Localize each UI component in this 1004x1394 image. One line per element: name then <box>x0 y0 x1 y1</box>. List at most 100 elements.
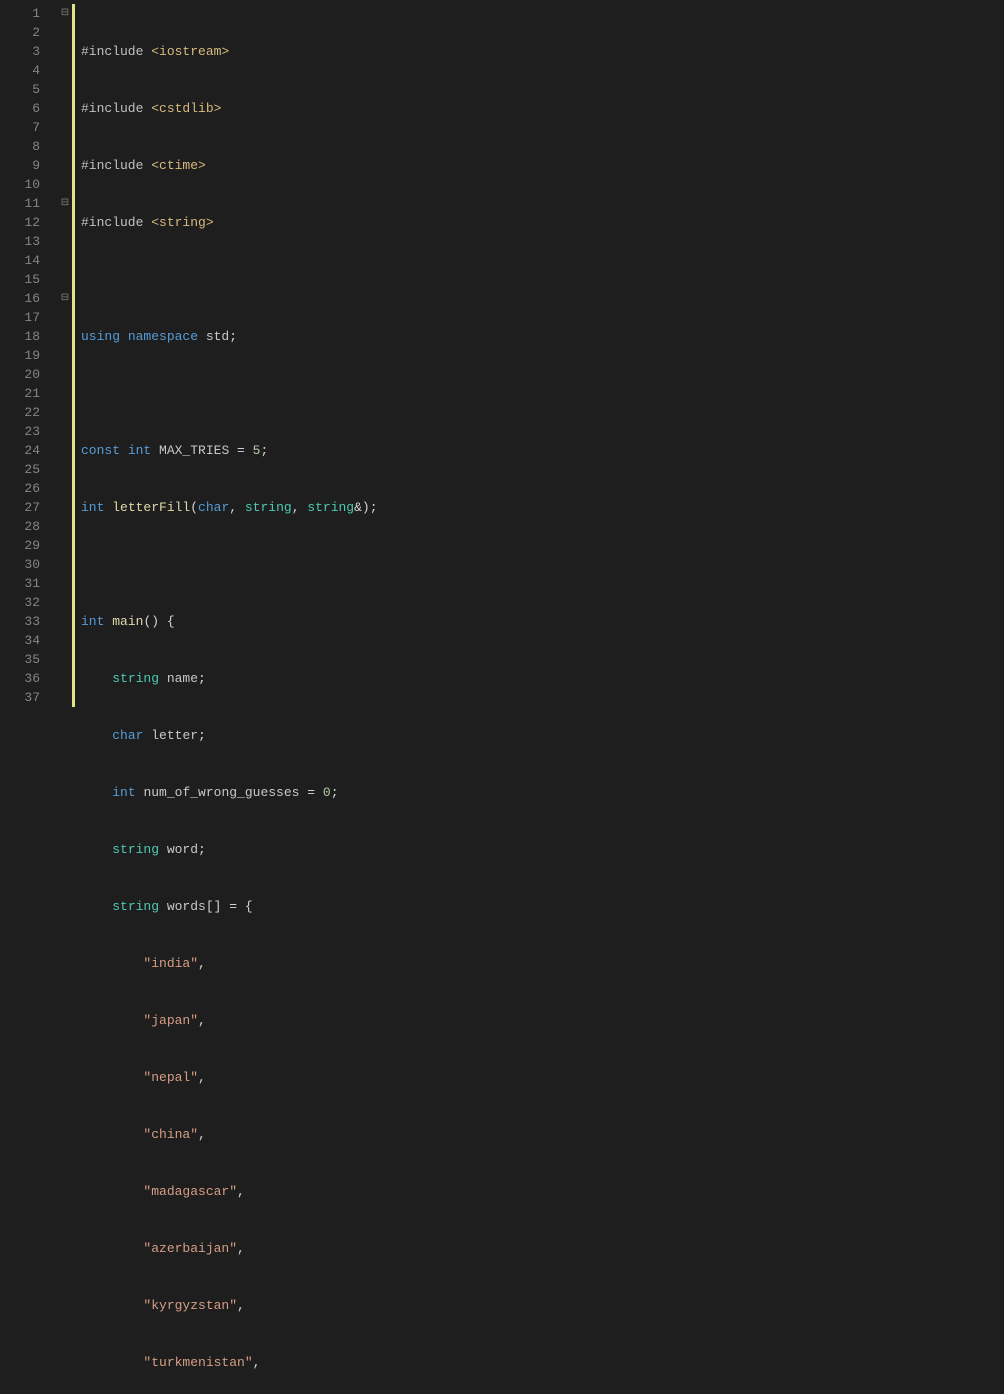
line-number[interactable]: 33 <box>0 612 58 631</box>
code-line[interactable]: #include <string> <box>81 213 1004 232</box>
code-line[interactable]: "madagascar", <box>81 1182 1004 1201</box>
code-line[interactable]: #include <cstdlib> <box>81 99 1004 118</box>
line-number[interactable]: 10 <box>0 175 58 194</box>
line-number[interactable]: 13 <box>0 232 58 251</box>
fold-marker <box>58 137 72 156</box>
preproc: #include <box>81 101 151 116</box>
line-number[interactable]: 21 <box>0 384 58 403</box>
code-line[interactable]: "china", <box>81 1125 1004 1144</box>
line-number[interactable]: 26 <box>0 479 58 498</box>
line-number[interactable]: 31 <box>0 574 58 593</box>
var: letter <box>151 728 198 743</box>
code-line[interactable]: int num_of_wrong_guesses = 0; <box>81 783 1004 802</box>
kw: int <box>81 500 112 515</box>
code-editor[interactable]: 1234567891011121314151617181920212223242… <box>0 0 1004 697</box>
type: string <box>112 899 167 914</box>
fold-marker[interactable]: ⊟ <box>58 289 72 308</box>
line-number[interactable]: 24 <box>0 441 58 460</box>
fold-marker <box>58 479 72 498</box>
punct: ; <box>260 443 268 458</box>
header: <iostream> <box>151 44 229 59</box>
line-number[interactable]: 20 <box>0 365 58 384</box>
code-line[interactable]: "turkmenistan", <box>81 1353 1004 1372</box>
code-line[interactable]: int letterFill(char, string, string&); <box>81 498 1004 517</box>
line-number[interactable]: 3 <box>0 42 58 61</box>
fold-marker <box>58 365 72 384</box>
line-number[interactable]: 14 <box>0 251 58 270</box>
code-line[interactable]: string word; <box>81 840 1004 859</box>
line-number[interactable]: 17 <box>0 308 58 327</box>
preproc: #include <box>81 215 151 230</box>
line-number[interactable]: 2 <box>0 23 58 42</box>
kw: char <box>198 500 229 515</box>
code-line[interactable]: "india", <box>81 954 1004 973</box>
code-content[interactable]: #include <iostream> #include <cstdlib> #… <box>75 0 1004 697</box>
line-number[interactable]: 5 <box>0 80 58 99</box>
code-line[interactable]: #include <ctime> <box>81 156 1004 175</box>
code-line[interactable]: "azerbaijan", <box>81 1239 1004 1258</box>
code-line[interactable]: int main() { <box>81 612 1004 631</box>
type: string <box>307 500 354 515</box>
fold-marker <box>58 650 72 669</box>
code-line[interactable] <box>81 384 1004 403</box>
line-number[interactable]: 4 <box>0 61 58 80</box>
line-number[interactable]: 22 <box>0 403 58 422</box>
fold-marker <box>58 80 72 99</box>
line-number[interactable]: 32 <box>0 593 58 612</box>
line-number[interactable]: 28 <box>0 517 58 536</box>
line-number[interactable]: 35 <box>0 650 58 669</box>
code-line[interactable] <box>81 555 1004 574</box>
code-line[interactable]: "nepal", <box>81 1068 1004 1087</box>
code-line[interactable] <box>81 270 1004 289</box>
line-number[interactable]: 18 <box>0 327 58 346</box>
line-number[interactable]: 37 <box>0 688 58 707</box>
line-number[interactable]: 8 <box>0 137 58 156</box>
fold-column[interactable]: ⊟ ⊟ ⊟ <box>58 0 72 697</box>
line-number[interactable]: 9 <box>0 156 58 175</box>
line-number[interactable]: 30 <box>0 555 58 574</box>
fold-marker <box>58 42 72 61</box>
line-number[interactable]: 36 <box>0 669 58 688</box>
line-number-gutter: 1234567891011121314151617181920212223242… <box>0 0 58 697</box>
code-line[interactable]: string name; <box>81 669 1004 688</box>
punct: [] = { <box>206 899 253 914</box>
code-line[interactable]: string words[] = { <box>81 897 1004 916</box>
line-number[interactable]: 16 <box>0 289 58 308</box>
fold-marker <box>58 23 72 42</box>
code-line[interactable]: char letter; <box>81 726 1004 745</box>
code-line[interactable]: const int MAX_TRIES = 5; <box>81 441 1004 460</box>
var: words <box>167 899 206 914</box>
fold-marker[interactable]: ⊟ <box>58 4 72 23</box>
fold-marker <box>58 441 72 460</box>
punct: () { <box>143 614 174 629</box>
line-number[interactable]: 23 <box>0 422 58 441</box>
line-number[interactable]: 34 <box>0 631 58 650</box>
punct: , <box>237 1184 245 1199</box>
line-number[interactable]: 6 <box>0 99 58 118</box>
kw: const <box>81 443 128 458</box>
code-line[interactable]: #include <iostream> <box>81 42 1004 61</box>
punct: , <box>237 1241 245 1256</box>
fold-marker <box>58 308 72 327</box>
line-number[interactable]: 11 <box>0 194 58 213</box>
line-number[interactable]: 29 <box>0 536 58 555</box>
punct: ; <box>229 329 237 344</box>
line-number[interactable]: 25 <box>0 460 58 479</box>
line-number[interactable]: 7 <box>0 118 58 137</box>
code-line[interactable]: using namespace std; <box>81 327 1004 346</box>
fold-marker <box>58 403 72 422</box>
code-line[interactable]: "kyrgyzstan", <box>81 1296 1004 1315</box>
line-number[interactable]: 15 <box>0 270 58 289</box>
fold-marker <box>58 669 72 688</box>
line-number[interactable]: 27 <box>0 498 58 517</box>
punct: , <box>292 500 308 515</box>
line-number[interactable]: 1 <box>0 4 58 23</box>
code-line[interactable]: "japan", <box>81 1011 1004 1030</box>
line-number[interactable]: 19 <box>0 346 58 365</box>
fold-marker <box>58 536 72 555</box>
punct: , <box>198 1013 206 1028</box>
fold-marker[interactable]: ⊟ <box>58 194 72 213</box>
line-number[interactable]: 12 <box>0 213 58 232</box>
fold-marker <box>58 631 72 650</box>
kw: using <box>81 329 128 344</box>
